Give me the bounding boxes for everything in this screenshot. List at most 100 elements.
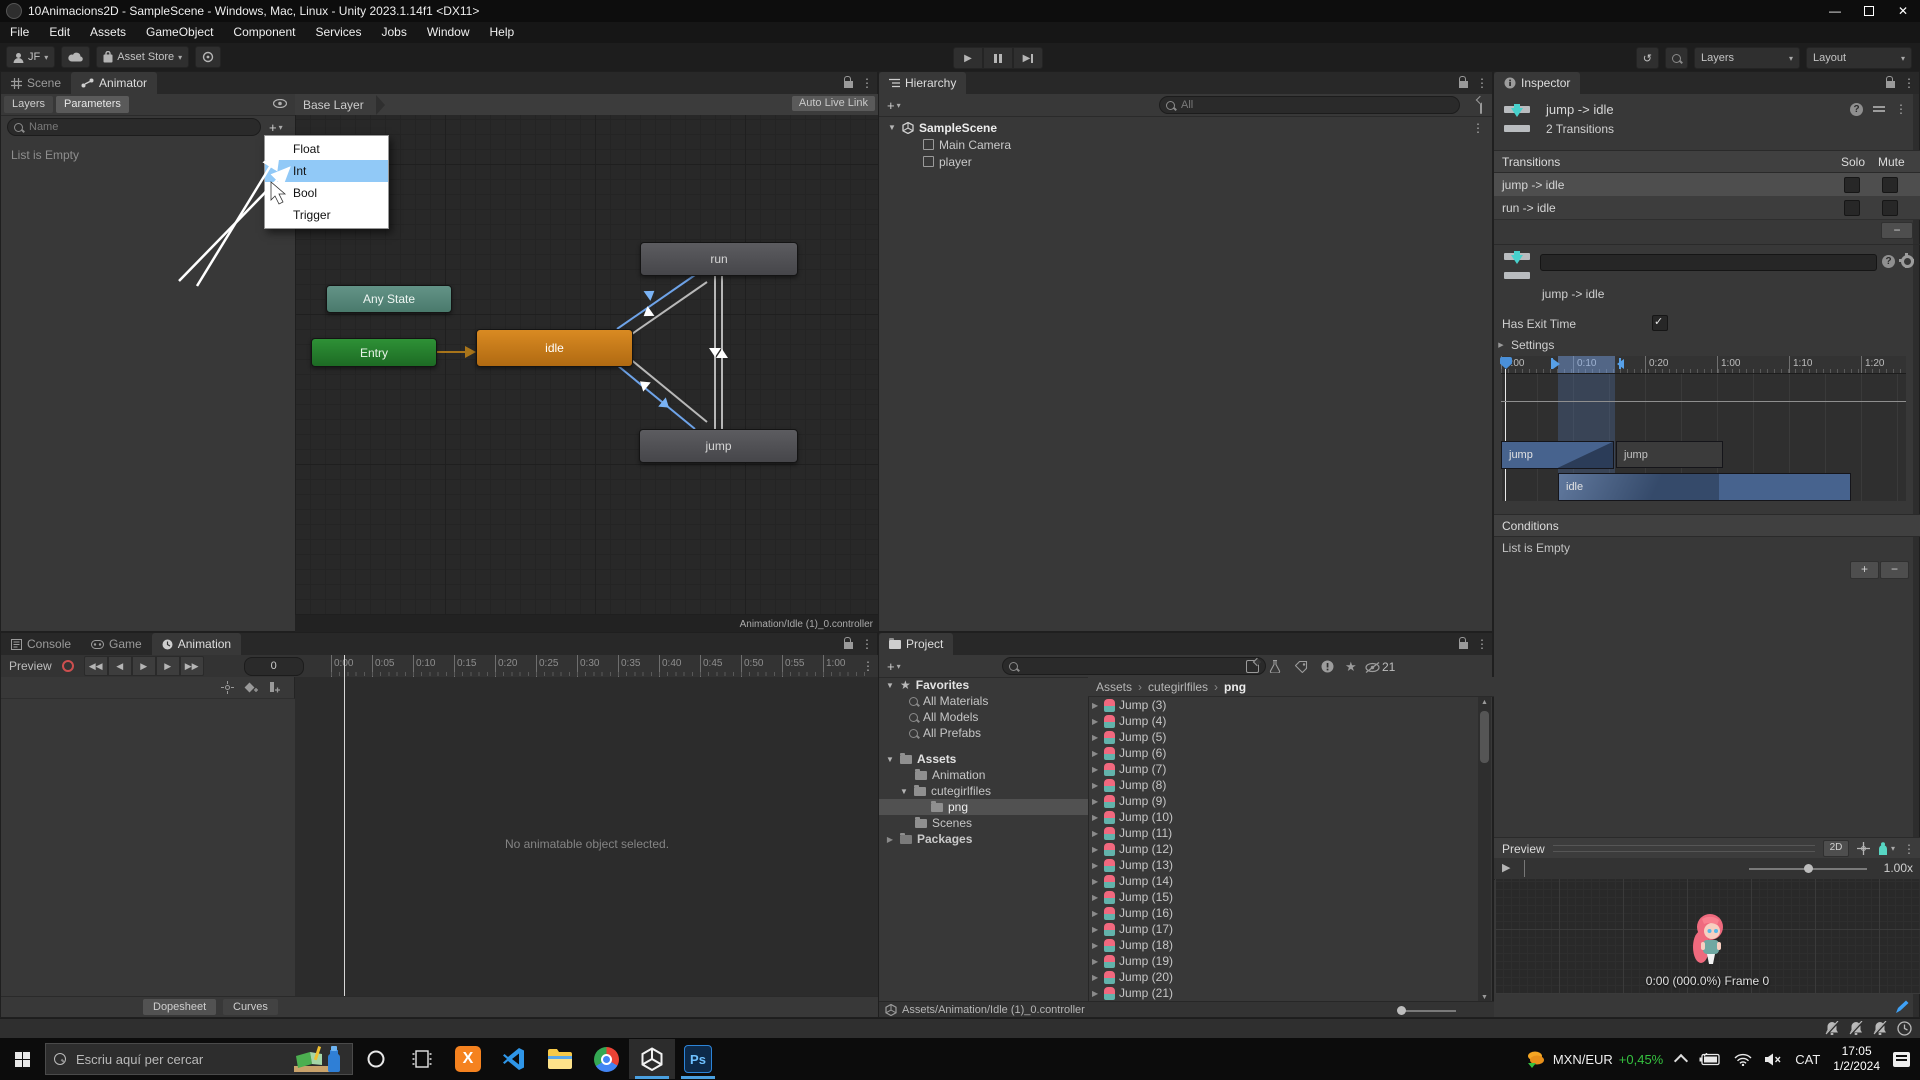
pivot-icon[interactable] <box>1857 842 1870 855</box>
preview-header[interactable]: Preview 2D ▾ ⋮ <box>1494 837 1920 860</box>
hidden-count-button[interactable]: 21 <box>1365 660 1395 674</box>
remove-transition-button[interactable]: − <box>1881 222 1913 239</box>
search-picker-icon[interactable] <box>1246 660 1259 673</box>
expand-caret-icon[interactable]: ▶ <box>1092 781 1100 790</box>
asset-row[interactable]: ▶ Jump (5) <box>1088 729 1480 745</box>
first-frame-button[interactable]: ◀◀ <box>84 656 108 676</box>
project-scrollbar[interactable]: ▲ ▼ <box>1478 697 1491 1003</box>
tab-animation[interactable]: Animation <box>152 633 241 655</box>
activity-clock-icon[interactable] <box>1897 1021 1912 1036</box>
asset-row[interactable]: ▶ Jump (20) <box>1088 969 1480 985</box>
expand-caret-icon[interactable]: ▶ <box>1092 829 1100 838</box>
asset-row[interactable]: ▶ Jump (13) <box>1088 857 1480 873</box>
vscode-button[interactable] <box>491 1039 537 1079</box>
preview-viewport[interactable]: 0:00 (000.0%) Frame 0 <box>1495 879 1920 994</box>
project-search-field[interactable] <box>1002 657 1266 675</box>
lock-icon[interactable] <box>844 642 853 649</box>
help-icon[interactable]: ? <box>1850 103 1863 116</box>
dropdown-item[interactable]: Int <box>265 160 388 182</box>
chrome-button[interactable] <box>583 1039 629 1079</box>
next-frame-button[interactable]: ▶ <box>156 656 180 676</box>
kebab-icon[interactable]: ⋮ <box>1903 842 1915 856</box>
asset-row[interactable]: ▶ Jump (17) <box>1088 921 1480 937</box>
expand-caret-icon[interactable]: ▶ <box>1092 765 1100 774</box>
volume-muted-icon[interactable] <box>1765 1053 1782 1066</box>
gear-icon[interactable] <box>1901 255 1914 268</box>
bell-slash-icon[interactable] <box>1873 1021 1887 1036</box>
preview-2d-button[interactable]: 2D <box>1823 840 1849 857</box>
solo-checkbox[interactable] <box>1844 200 1860 216</box>
add-condition-button[interactable]: + <box>1850 561 1879 579</box>
preview-toggle-button[interactable]: Preview <box>9 659 52 673</box>
menu-item[interactable]: Services <box>305 22 371 43</box>
play-button[interactable]: ▶ <box>953 47 983 69</box>
favorites-row[interactable]: ▼ ★ Favorites <box>879 677 1088 693</box>
favorites-item[interactable]: All Models <box>879 709 1088 725</box>
global-search-button[interactable] <box>1665 47 1688 69</box>
asset-row[interactable]: ▶ Jump (16) <box>1088 905 1480 921</box>
asset-row[interactable]: ▶ Jump (21) <box>1088 985 1480 1001</box>
tab-hierarchy[interactable]: Hierarchy <box>879 72 966 94</box>
folder-row-png[interactable]: png <box>879 799 1088 815</box>
maximize-button[interactable] <box>1852 0 1886 22</box>
auto-live-link-button[interactable]: Auto Live Link <box>792 96 875 111</box>
expand-caret-icon[interactable]: ▶ <box>1092 813 1100 822</box>
expand-caret-icon[interactable]: ▶ <box>1092 941 1100 950</box>
menu-item[interactable]: Component <box>223 22 305 43</box>
menu-item[interactable]: Window <box>417 22 480 43</box>
state-jump[interactable]: jump <box>639 429 798 463</box>
menu-item[interactable]: Assets <box>80 22 136 43</box>
asset-row[interactable]: ▶ Jump (12) <box>1088 841 1480 857</box>
tab-game[interactable]: Game <box>81 633 152 655</box>
close-button[interactable]: ✕ <box>1886 0 1920 22</box>
scene-row[interactable]: ▼ SampleScene ⋮ <box>879 119 1492 136</box>
undo-history-button[interactable]: ↺ <box>1636 47 1659 69</box>
state-idle[interactable]: idle <box>476 329 633 367</box>
lock-icon[interactable] <box>1459 642 1468 649</box>
asset-row[interactable]: ▶ Jump (8) <box>1088 777 1480 793</box>
packages-row[interactable]: ▶ Packages <box>879 831 1088 847</box>
search-by-label-icon[interactable] <box>1295 661 1308 673</box>
project-search-input[interactable] <box>1022 659 1242 673</box>
prev-frame-button[interactable]: ◀ <box>108 656 132 676</box>
state-run[interactable]: run <box>640 242 798 276</box>
asset-row[interactable]: ▶ Jump (11) <box>1088 825 1480 841</box>
animation-playhead-line[interactable] <box>344 655 345 999</box>
settings-foldout[interactable]: ▶ Settings <box>1496 338 1554 352</box>
dropdown-item[interactable]: Trigger <box>265 204 388 226</box>
play-animation-button[interactable]: ▶ <box>132 656 156 676</box>
unity-taskbar-button[interactable] <box>629 1039 675 1079</box>
start-button[interactable] <box>15 1052 30 1067</box>
asset-row[interactable]: ▶ Jump (19) <box>1088 953 1480 969</box>
favorites-item[interactable]: All Prefabs <box>879 725 1088 741</box>
frame-field[interactable] <box>244 657 304 676</box>
expand-caret-icon[interactable]: ▶ <box>1092 989 1100 998</box>
hierarchy-item-player[interactable]: player <box>879 153 1492 170</box>
tab-animator[interactable]: Animator <box>71 72 157 94</box>
zoom-slider[interactable] <box>1398 1010 1456 1012</box>
kebab-icon[interactable]: ⋮ <box>1476 637 1488 651</box>
asset-row[interactable]: ▶ Jump (7) <box>1088 761 1480 777</box>
assets-root-row[interactable]: ▼ Assets <box>879 751 1088 767</box>
xampp-button[interactable]: X <box>445 1039 491 1079</box>
create-asset-button[interactable]: +▾ <box>887 659 901 674</box>
taskbar-search[interactable] <box>45 1043 353 1075</box>
search-by-type-icon[interactable] <box>1269 660 1281 673</box>
hierarchy-search-field[interactable] <box>1159 96 1460 114</box>
kebab-icon[interactable]: ⋮ <box>1472 121 1484 135</box>
last-frame-button[interactable]: ▶▶ <box>180 656 204 676</box>
dropdown-item[interactable]: Float <box>265 138 388 160</box>
file-explorer-button[interactable] <box>537 1039 583 1079</box>
menu-item[interactable]: Help <box>480 22 525 43</box>
layers-subtab[interactable]: Layers <box>4 96 53 113</box>
lock-icon[interactable] <box>1886 81 1895 88</box>
bell-slash-icon[interactable] <box>1825 1021 1839 1036</box>
clock[interactable]: 17:05 1/2/2024 <box>1833 1044 1880 1074</box>
project-breadcrumb[interactable]: Assets› cutegirlfiles› png <box>1088 677 1494 697</box>
base-layer-breadcrumb[interactable]: Base Layer <box>303 98 364 112</box>
transition-timeline[interactable]: 0:000:100:201:001:101:20 jump jump idle <box>1501 356 1906 501</box>
expand-caret-icon[interactable]: ▶ <box>1092 701 1100 710</box>
has-exit-time-checkbox[interactable] <box>1652 315 1668 331</box>
folder-row-scenes[interactable]: Scenes <box>879 815 1088 831</box>
tab-inspector[interactable]: Inspector <box>1494 72 1580 94</box>
